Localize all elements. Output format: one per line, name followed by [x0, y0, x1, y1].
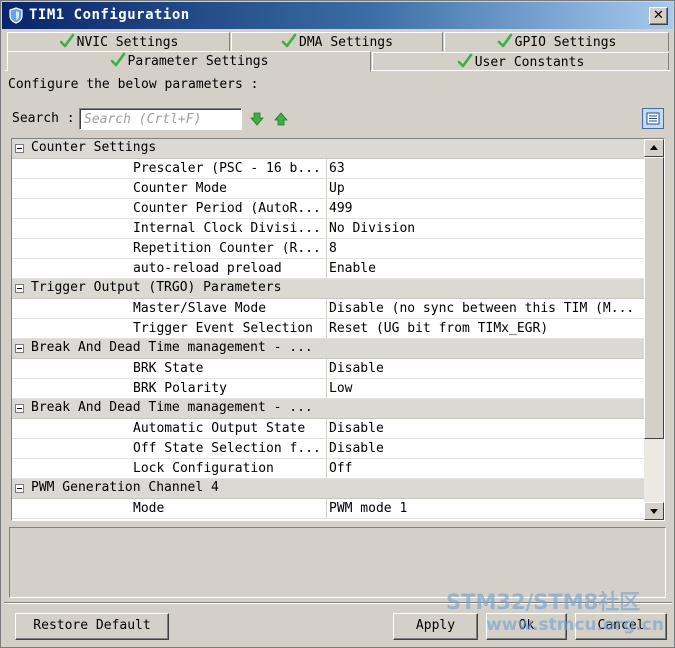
- restore-default-button[interactable]: Restore Default: [15, 613, 169, 640]
- param-value[interactable]: Disable (no sync between this TIM (M...: [329, 299, 644, 318]
- param-name: Automatic Output State: [12, 419, 327, 438]
- list-view-button[interactable]: [642, 108, 664, 129]
- collapse-icon[interactable]: [15, 404, 24, 413]
- configure-label: Configure the below parameters :: [8, 77, 259, 92]
- close-button[interactable]: ✕: [649, 7, 668, 25]
- table-row[interactable]: Off State Selection f... Disable: [12, 439, 644, 459]
- param-name: BRK Polarity: [12, 379, 327, 398]
- param-value[interactable]: Up: [329, 179, 644, 198]
- table-row[interactable]: Mode PWM mode 1: [12, 499, 644, 519]
- param-name: Repetition Counter (R...: [12, 239, 327, 258]
- collapse-icon[interactable]: [15, 144, 24, 153]
- parameter-description-panel: [9, 527, 666, 598]
- ok-button[interactable]: Ok: [486, 613, 567, 640]
- param-name: Internal Clock Divisi...: [12, 219, 327, 238]
- check-icon: [59, 33, 74, 48]
- section-pwm-channel-4[interactable]: PWM Generation Channel 4: [12, 479, 644, 499]
- parameter-table: Counter Settings Prescaler (PSC - 16 b..…: [11, 138, 665, 521]
- close-icon: ✕: [653, 8, 664, 23]
- param-value[interactable]: PWM mode 1: [329, 499, 644, 518]
- search-label: Search :: [12, 111, 75, 126]
- table-row[interactable]: auto-reload preload Enable: [12, 259, 644, 279]
- param-value[interactable]: Enable: [329, 259, 644, 278]
- param-name: Mode: [12, 499, 327, 518]
- param-value[interactable]: Reset (UG bit from TIMx_EGR): [329, 319, 644, 338]
- param-value[interactable]: No Division: [329, 219, 644, 238]
- title-bar[interactable]: TIM1 Configuration ✕: [2, 2, 673, 29]
- tab-label: Parameter Settings: [127, 54, 269, 69]
- table-row[interactable]: Repetition Counter (R... 8: [12, 239, 644, 259]
- check-icon: [110, 52, 125, 67]
- apply-button[interactable]: Apply: [393, 613, 478, 640]
- section-counter-settings[interactable]: Counter Settings: [12, 139, 644, 159]
- param-value[interactable]: 8: [329, 239, 644, 258]
- table-row[interactable]: Trigger Event Selection Reset (UG bit fro…: [12, 319, 644, 339]
- param-value[interactable]: Disable: [329, 359, 644, 378]
- check-icon: [457, 53, 473, 68]
- tab-parameter-settings[interactable]: Parameter Settings: [7, 51, 371, 72]
- scroll-down-button[interactable]: [644, 502, 664, 520]
- param-value[interactable]: Low: [329, 379, 644, 398]
- table-row[interactable]: Master/Slave Mode Disable (no sync betwee…: [12, 299, 644, 319]
- param-name: Prescaler (PSC - 16 b...: [12, 159, 327, 178]
- triangle-down-icon: [650, 509, 658, 514]
- table-row[interactable]: Automatic Output State Disable: [12, 419, 644, 439]
- table-row[interactable]: Internal Clock Divisi... No Division: [12, 219, 644, 239]
- list-view-icon: [646, 112, 660, 125]
- param-name: Counter Mode: [12, 179, 327, 198]
- arrow-up-icon[interactable]: [274, 112, 288, 126]
- tab-label: NVIC Settings: [76, 35, 179, 50]
- table-row[interactable]: Prescaler (PSC - 16 b... 63: [12, 159, 644, 179]
- check-icon: [497, 33, 512, 48]
- tab-gpio-settings[interactable]: GPIO Settings: [444, 32, 669, 51]
- tim1-configuration-dialog: TIM1 Configuration ✕ NVIC Settings DMA S…: [0, 0, 675, 648]
- param-name: Lock Configuration: [12, 459, 327, 478]
- section-label: PWM Generation Channel 4: [31, 480, 219, 495]
- check-icon: [281, 33, 297, 48]
- collapse-icon[interactable]: [15, 344, 24, 353]
- param-name: Master/Slave Mode: [12, 299, 327, 318]
- section-label: Break And Dead Time management - ...: [31, 340, 313, 355]
- table-row[interactable]: Lock Configuration Off: [12, 459, 644, 479]
- parameter-rows: Counter Settings Prescaler (PSC - 16 b..…: [12, 139, 644, 519]
- search-input[interactable]: [79, 108, 242, 130]
- param-value[interactable]: Off: [329, 459, 644, 478]
- section-break-dead-time-1[interactable]: Break And Dead Time management - ...: [12, 339, 644, 359]
- section-label: Break And Dead Time management - ...: [31, 400, 313, 415]
- tab-dma-settings[interactable]: DMA Settings: [231, 32, 443, 51]
- param-value[interactable]: 63: [329, 159, 644, 178]
- tab-label: User Constants: [474, 55, 585, 70]
- param-value[interactable]: 499: [329, 199, 644, 218]
- vertical-scrollbar[interactable]: [644, 139, 664, 520]
- bottom-separator: [4, 602, 672, 604]
- table-row[interactable]: Counter Mode Up: [12, 179, 644, 199]
- param-name: auto-reload preload: [12, 259, 327, 278]
- collapse-icon[interactable]: [15, 484, 24, 493]
- section-break-dead-time-2[interactable]: Break And Dead Time management - ...: [12, 399, 644, 419]
- tab-label: DMA Settings: [299, 35, 393, 50]
- param-value[interactable]: Disable: [329, 419, 644, 438]
- tab-label: GPIO Settings: [514, 35, 617, 50]
- scroll-up-button[interactable]: [644, 139, 664, 157]
- section-label: Counter Settings: [31, 140, 157, 155]
- param-name: Counter Period (AutoR...: [12, 199, 327, 218]
- arrow-down-icon[interactable]: [250, 112, 264, 126]
- window-title: TIM1 Configuration: [29, 7, 190, 23]
- triangle-up-icon: [650, 145, 658, 150]
- tab-user-constants[interactable]: User Constants: [372, 52, 669, 71]
- table-row[interactable]: BRK Polarity Low: [12, 379, 644, 399]
- collapse-icon[interactable]: [15, 284, 24, 293]
- table-row[interactable]: BRK State Disable: [12, 359, 644, 379]
- section-label: Trigger Output (TRGO) Parameters: [31, 280, 282, 295]
- table-row[interactable]: Counter Period (AutoR... 499: [12, 199, 644, 219]
- scrollbar-thumb[interactable]: [644, 157, 664, 439]
- section-trigger-output[interactable]: Trigger Output (TRGO) Parameters: [12, 279, 644, 299]
- shield-app-icon: [9, 7, 23, 24]
- param-value[interactable]: Disable: [329, 439, 644, 458]
- tab-nvic-settings[interactable]: NVIC Settings: [7, 32, 230, 51]
- param-name: BRK State: [12, 359, 327, 378]
- cancel-button[interactable]: Cancel: [575, 613, 667, 640]
- param-name: Trigger Event Selection: [12, 319, 327, 338]
- param-name: Off State Selection f...: [12, 439, 327, 458]
